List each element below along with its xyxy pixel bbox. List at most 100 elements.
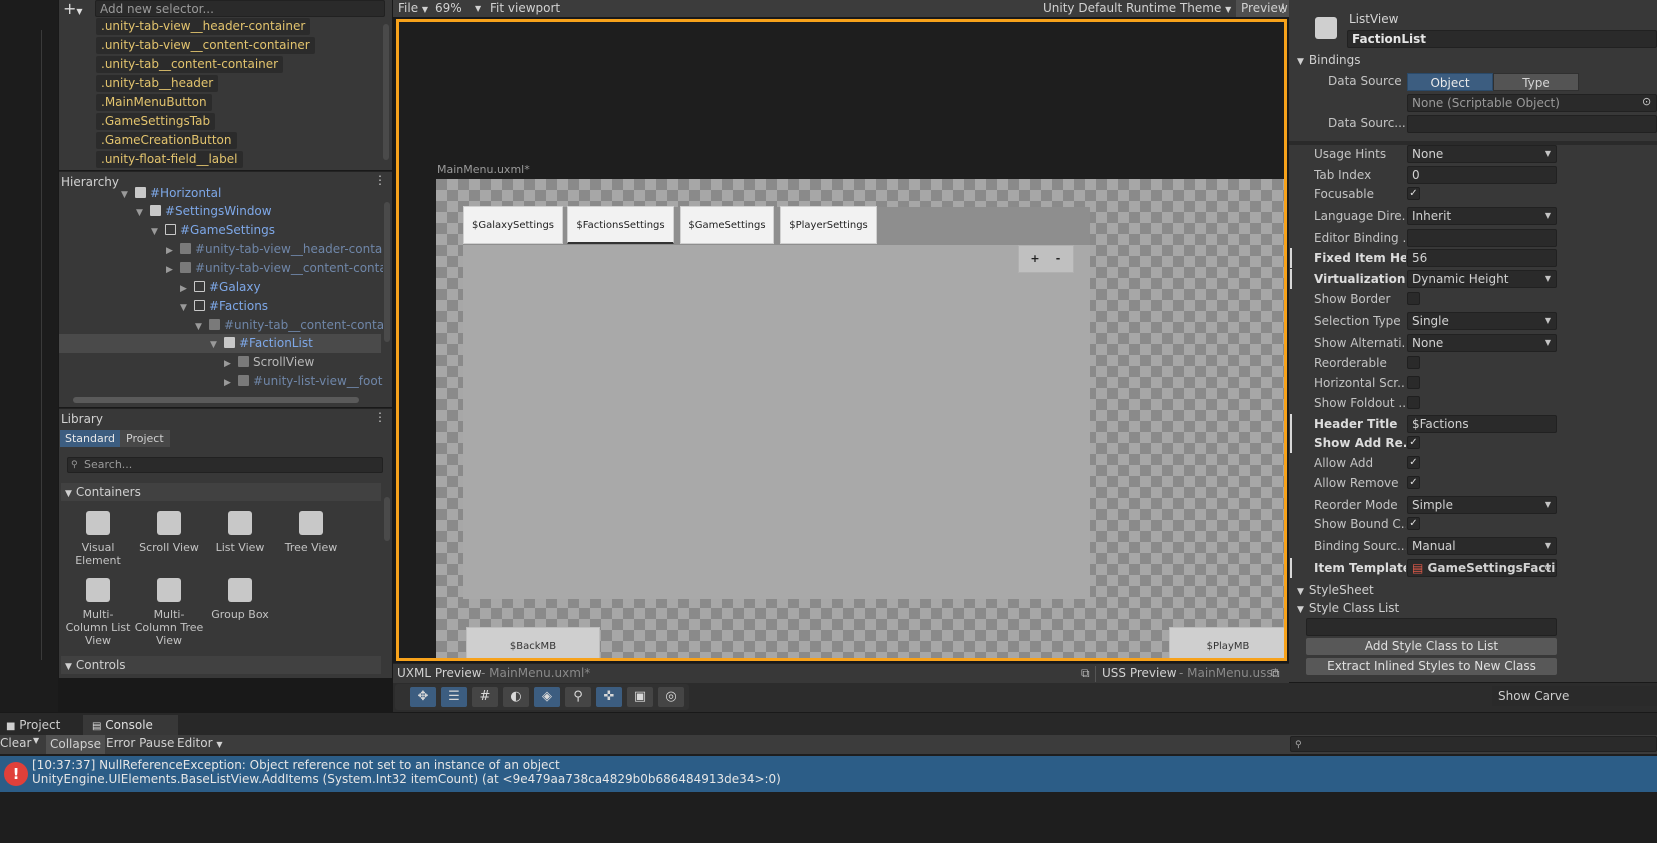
expand-arrow-icon[interactable]: ▼ — [136, 204, 150, 221]
library-item[interactable]: List View — [204, 511, 276, 554]
object-toggle[interactable]: Object — [1407, 73, 1493, 91]
search-tool-icon[interactable]: ⚲ — [565, 687, 591, 707]
extract-styles-button[interactable]: Extract Inlined Styles to New Class — [1306, 658, 1557, 675]
selector-tag[interactable]: .unity-tab__content-container — [96, 56, 284, 73]
hierarchy-row[interactable]: ▶ ScrollView — [224, 353, 314, 372]
toolbar-menu-icon[interactable]: ⋮ — [1277, 0, 1289, 17]
camera-icon[interactable]: ▣ — [627, 687, 653, 707]
expand-arrow-icon[interactable]: ▼ — [121, 186, 135, 203]
property-checkbox[interactable]: ✓ — [1407, 456, 1420, 469]
stylesheet-foldout[interactable]: ▼ StyleSheet — [1297, 581, 1374, 601]
canvas-tab[interactable]: $GameSettings — [680, 206, 774, 244]
uxml-preview-label[interactable]: UXML Preview — [397, 666, 482, 680]
back-button[interactable]: $BackMB — [466, 627, 600, 658]
property-checkbox[interactable] — [1407, 376, 1420, 389]
hierarchy-row[interactable]: ▼ #Factions — [180, 297, 268, 316]
library-scrollbar[interactable] — [384, 497, 390, 541]
fit-viewport-button[interactable]: Fit viewport — [490, 0, 560, 17]
console-tab[interactable]: ▤ Console — [83, 715, 178, 735]
selector-tag[interactable]: .unity-tab__header — [96, 75, 219, 92]
property-dropdown[interactable]: Single ▼ — [1407, 312, 1557, 330]
error-pause-button[interactable]: Error Pause — [106, 736, 174, 750]
property-dropdown[interactable]: None ▼ — [1407, 334, 1557, 352]
property-dropdown[interactable]: Inherit ▼ — [1407, 207, 1557, 225]
clear-button[interactable]: Clear — [0, 736, 31, 750]
hierarchy-row[interactable]: ▶ #Galaxy — [180, 278, 261, 297]
property-text-field[interactable]: 0 — [1407, 166, 1557, 184]
expand-arrow-icon[interactable]: ▼ — [195, 318, 209, 335]
external-link-icon[interactable]: ⧉ — [1081, 666, 1090, 681]
property-checkbox[interactable] — [1407, 292, 1420, 305]
library-menu-icon[interactable]: ⋮ — [374, 410, 386, 424]
list-add-button[interactable]: + — [1025, 250, 1045, 268]
style-class-list-foldout[interactable]: ▼ Style Class List — [1297, 599, 1399, 619]
uss-preview-label[interactable]: USS Preview — [1102, 666, 1177, 680]
hierarchy-row[interactable]: ▼ #SettingsWindow — [136, 202, 272, 221]
data-source-path-field[interactable] — [1407, 115, 1657, 133]
selector-input[interactable]: Add new selector... — [95, 0, 385, 17]
property-checkbox[interactable] — [1407, 396, 1420, 409]
selector-tag[interactable]: .unity-tab-view__content-container — [96, 37, 315, 54]
canvas-tab[interactable]: $FactionsSettings — [567, 206, 674, 244]
property-checkbox[interactable]: ✓ — [1407, 187, 1420, 200]
canvas-tab[interactable]: $PlayerSettings — [780, 206, 877, 244]
library-item[interactable]: Multi-Column List View — [62, 578, 134, 647]
selector-tag[interactable]: .GameSettingsTab — [96, 113, 216, 130]
containers-foldout[interactable]: ▼ Containers — [61, 483, 381, 501]
play-button[interactable]: $PlayMB — [1169, 627, 1284, 658]
editor-dropdown[interactable]: Editor ▼ — [177, 736, 223, 750]
expand-arrow-icon[interactable]: ▶ — [224, 355, 238, 372]
add-selector-button[interactable]: +▼ — [63, 0, 91, 17]
expand-arrow-icon[interactable]: ▶ — [180, 280, 194, 297]
property-checkbox[interactable] — [1407, 356, 1420, 369]
selector-tag[interactable]: .unity-float-field__label — [96, 151, 243, 168]
library-item[interactable]: Tree View — [275, 511, 347, 554]
expand-arrow-icon[interactable]: ▶ — [166, 242, 180, 259]
hierarchy-row[interactable]: ▶ #unity-tab-view__content-container — [166, 259, 383, 278]
hierarchy-hscrollbar[interactable] — [73, 397, 359, 403]
item-template-field[interactable]: ▤ GameSettingsFactior ⊙ — [1407, 559, 1557, 577]
canvas-tab[interactable]: $GalaxySettings — [463, 206, 563, 244]
library-item[interactable]: Scroll View — [133, 511, 205, 554]
property-checkbox[interactable]: ✓ — [1407, 517, 1420, 530]
console-error-entry[interactable]: ! [10:37:37] NullReferenceException: Obj… — [0, 756, 1657, 792]
gizmo-icon[interactable]: ◎ — [658, 687, 684, 707]
bindings-foldout[interactable]: ▼ Bindings — [1297, 51, 1361, 71]
library-tab-standard[interactable]: Standard — [60, 430, 121, 447]
shading-icon[interactable]: ◐ — [503, 687, 529, 707]
property-dropdown[interactable]: None ▼ — [1407, 145, 1557, 163]
property-checkbox[interactable]: ✓ — [1407, 476, 1420, 489]
grid-snap-icon[interactable]: # — [472, 687, 498, 707]
scriptable-object-field[interactable]: None (Scriptable Object) — [1407, 94, 1657, 112]
hierarchy-vscrollbar[interactable] — [384, 202, 390, 342]
selector-tag[interactable]: .unity-tab-view__header-container — [96, 18, 311, 35]
property-text-field[interactable]: 56 — [1407, 249, 1557, 267]
hierarchy-row[interactable]: ▼ #GameSettings — [151, 221, 275, 240]
controls-foldout[interactable]: ▼ Controls — [61, 656, 381, 674]
hierarchy-row[interactable]: ▶ #unity-list-view__footer — [224, 372, 383, 391]
property-checkbox[interactable]: ✓ — [1407, 436, 1420, 449]
expand-arrow-icon[interactable]: ▼ — [151, 223, 165, 240]
property-text-field[interactable]: $Factions — [1407, 415, 1557, 433]
collapse-button[interactable]: Collapse — [46, 735, 105, 754]
style-class-input[interactable] — [1306, 618, 1557, 636]
clear-dropdown[interactable]: ▼ — [33, 736, 39, 745]
selector-tag[interactable]: .MainMenuButton — [96, 94, 212, 111]
property-dropdown[interactable]: Simple ▼ — [1407, 496, 1557, 514]
add-style-class-button[interactable]: Add Style Class to List — [1306, 638, 1557, 655]
library-search-input[interactable]: ⚲ Search... — [67, 457, 383, 473]
zoom-dropdown[interactable]: 69% ▼ — [435, 0, 483, 17]
expand-arrow-icon[interactable]: ▼ — [180, 299, 194, 316]
list-remove-button[interactable]: - — [1048, 250, 1068, 268]
hierarchy-row[interactable]: ▼ #FactionList — [210, 334, 313, 353]
canvas-viewport[interactable]: MainMenu.uxml* + - $BackMB $PlayMB — [396, 19, 1287, 661]
library-item[interactable]: Multi-Column Tree View — [133, 578, 205, 647]
hierarchy-row[interactable]: ▼ #Horizontal — [121, 184, 221, 203]
console-search-input[interactable]: ⚲ — [1290, 736, 1657, 752]
property-dropdown[interactable]: Manual ▼ — [1407, 537, 1557, 555]
move-tool-icon[interactable]: ✥ — [410, 687, 436, 707]
library-item[interactable]: Visual Element — [62, 511, 134, 567]
hierarchy-row[interactable]: ▼ #unity-tab__content-container — [195, 316, 383, 335]
library-tab-project[interactable]: Project — [120, 430, 170, 447]
element-name-field[interactable]: FactionList — [1347, 30, 1657, 48]
